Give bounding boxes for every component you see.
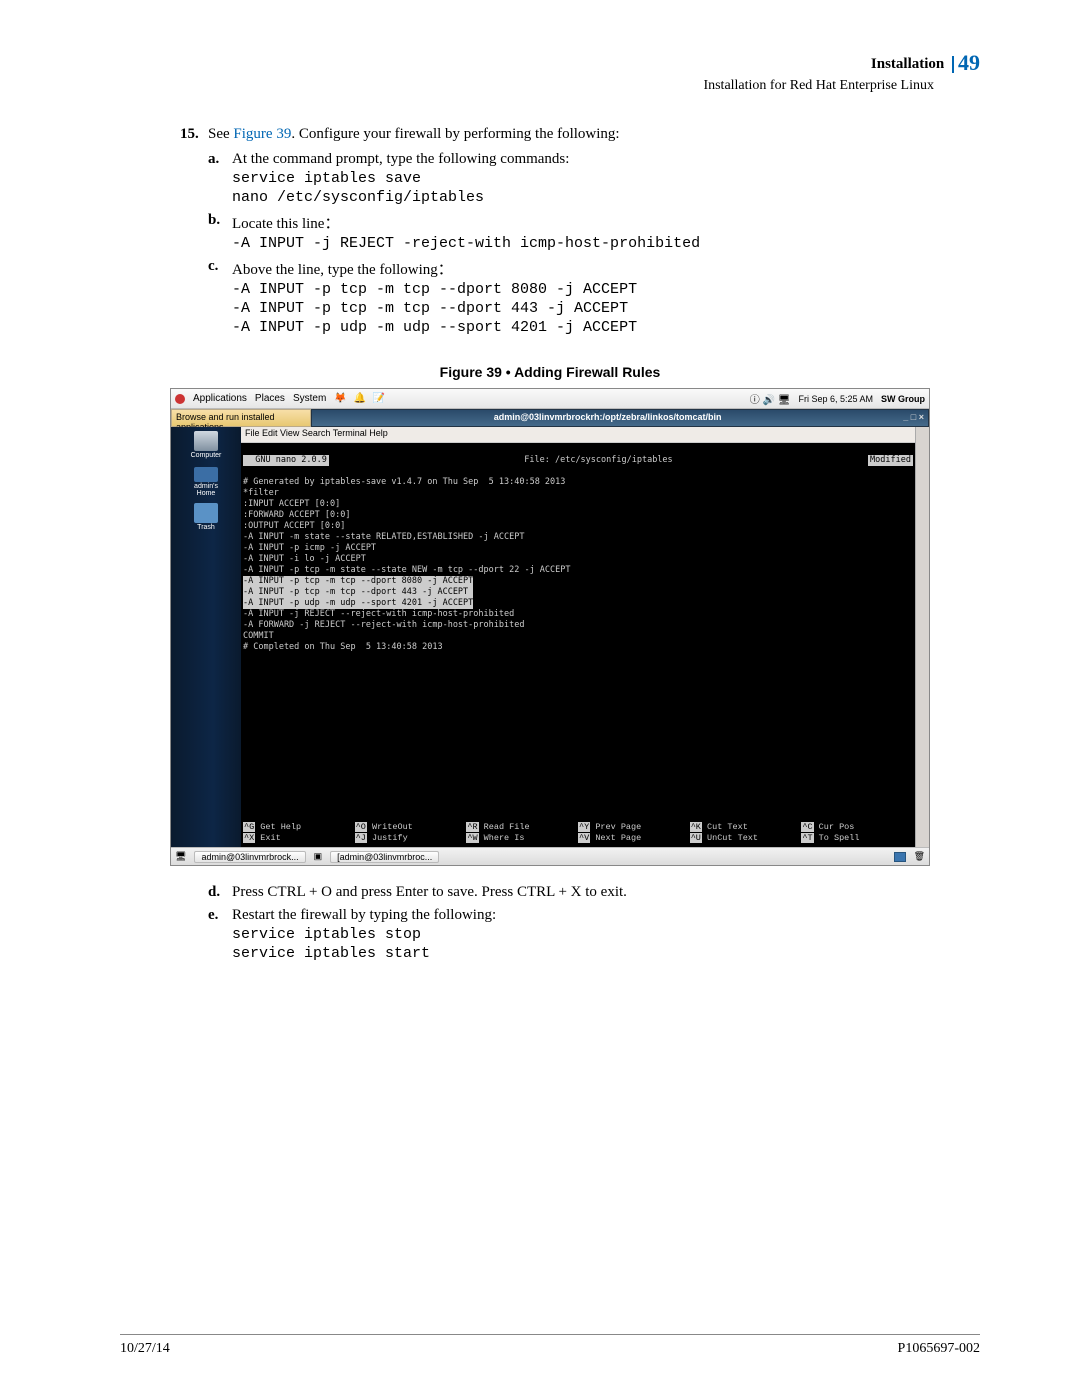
taskbar: 🖥 admin@03linvmrbrock... ▣ [admin@03linv… (171, 847, 929, 865)
sub-e: e. (208, 907, 232, 924)
redhat-icon (175, 394, 185, 404)
cmd: -A INPUT -p tcp -m tcp --dport 8080 -j A… (232, 281, 980, 298)
computer-icon[interactable]: Computer (188, 431, 224, 461)
sub-d: d. (208, 884, 232, 901)
workspace-switcher[interactable] (894, 852, 906, 862)
cmd: service iptables stop (232, 926, 980, 943)
page-header: Installation 49 Installation for Red Hat… (120, 50, 980, 98)
sub-b: b. (208, 212, 232, 233)
menu-places[interactable]: Places (255, 393, 285, 404)
header-title: Installation (871, 56, 944, 72)
terminal-content[interactable]: GNU nano 2.0.9File: /etc/sysconfig/iptab… (241, 443, 915, 821)
sub-d-text: Press CTRL + O and press Enter to save. … (232, 884, 627, 901)
clock: Fri Sep 6, 5:25 AM (798, 394, 873, 404)
taskbar-item[interactable]: [admin@03linvmrbroc... (330, 851, 439, 863)
figure-link[interactable]: Figure 39 (233, 126, 291, 142)
cmd: nano /etc/sysconfig/iptables (232, 189, 980, 206)
terminal-menubar[interactable]: File Edit View Search Terminal Help (241, 427, 915, 443)
step-text: See Figure 39. Configure your firewall b… (208, 126, 620, 143)
tooltip: Browse and run installed applications (171, 409, 311, 427)
sub-b-text: Locate this line： (232, 212, 339, 233)
cmd: -A INPUT -p udp -m udp --sport 4201 -j A… (232, 319, 980, 336)
file-lines: # Generated by iptables-save v1.4.7 on T… (243, 477, 913, 576)
footer-doc: P1065697-002 (898, 1341, 980, 1357)
sub-a: a. (208, 151, 232, 168)
sub-c: c. (208, 258, 232, 279)
terminal-window: File Edit View Search Terminal Help GNU … (241, 427, 915, 847)
cmd: service iptables start (232, 945, 980, 962)
sub-c-text: Above the line, type the following： (232, 258, 453, 279)
file-lines: -A INPUT -j REJECT --reject-with icmp-ho… (243, 609, 913, 653)
page-number: 49 (958, 50, 980, 75)
window-controls[interactable]: _ □ × (903, 410, 928, 424)
taskbar-item[interactable]: admin@03linvmrbrock... (194, 851, 305, 863)
sub-a-text: At the command prompt, type the followin… (232, 151, 569, 168)
step-number: 15. (180, 126, 208, 143)
nano-shortcuts: ^G Get Help^X Exit ^O WriteOut^J Justify… (241, 821, 915, 847)
home-icon[interactable]: admin's Home (188, 467, 224, 497)
window-title: admin@03linvmrbrockrh:/opt/zebra/linkos/… (311, 409, 929, 427)
trash-icon[interactable]: Trash (188, 503, 224, 533)
gnome-panel: Applications Places System 🦊 🔔 📝 ⓘ 🔊 🖥 F… (171, 389, 929, 409)
sub-e-text: Restart the firewall by typing the follo… (232, 907, 496, 924)
cmd: -A INPUT -j REJECT -reject-with icmp-hos… (232, 235, 980, 252)
highlighted-lines: -A INPUT -p tcp -m tcp --dport 8080 -j A… (243, 576, 473, 609)
cmd: service iptables save (232, 170, 980, 187)
menu-applications[interactable]: Applications (193, 393, 247, 404)
header-subtitle: Installation for Red Hat Enterprise Linu… (120, 78, 980, 94)
figure-caption: Figure 39 • Adding Firewall Rules (120, 364, 980, 380)
cmd: -A INPUT -p tcp -m tcp --dport 443 -j AC… (232, 300, 980, 317)
page-footer: 10/27/14 P1065697-002 (120, 1334, 980, 1357)
scrollbar[interactable] (915, 427, 929, 847)
user-label[interactable]: SW Group (881, 394, 925, 404)
desktop: Computer admin's Home Trash (171, 427, 241, 847)
menu-system[interactable]: System (293, 393, 326, 404)
footer-date: 10/27/14 (120, 1341, 170, 1357)
screenshot: Applications Places System 🦊 🔔 📝 ⓘ 🔊 🖥 F… (170, 388, 930, 866)
